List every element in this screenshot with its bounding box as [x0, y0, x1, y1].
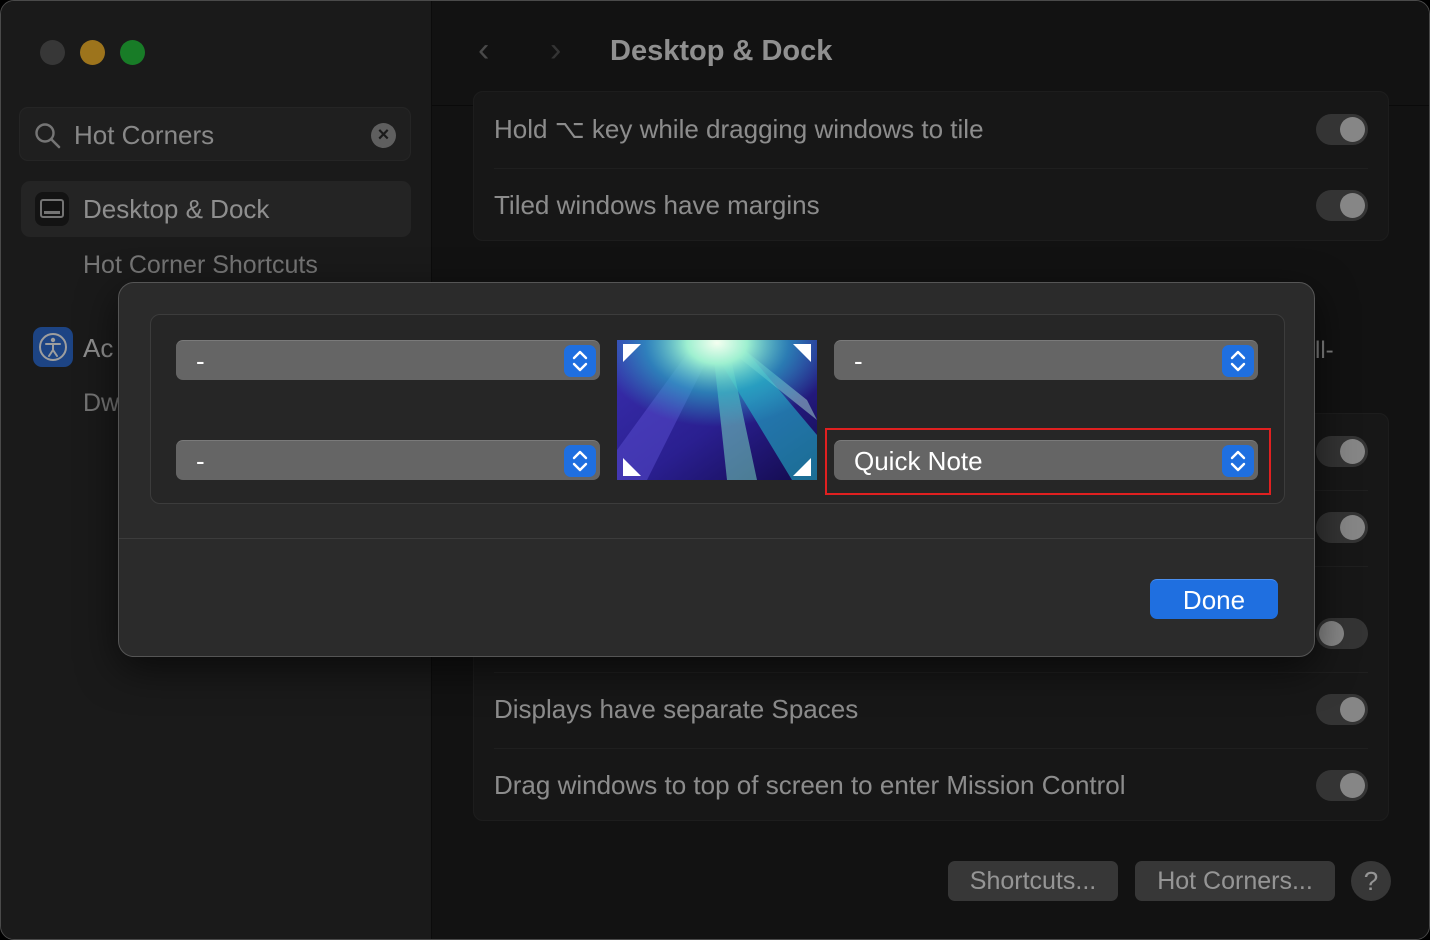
- settings-row: Hold ⌥ key while dragging windows to til…: [494, 92, 1368, 169]
- back-chevron-icon[interactable]: ‹: [478, 31, 489, 70]
- popup-value: -: [196, 446, 205, 476]
- updown-chevron-icon: [564, 345, 596, 377]
- updown-chevron-icon: [1222, 345, 1254, 377]
- updown-chevron-icon: [564, 445, 596, 477]
- done-button[interactable]: Done: [1150, 579, 1278, 619]
- partially-hidden-text: ll-: [1315, 337, 1334, 364]
- setting-label: Drag windows to top of screen to enter M…: [494, 770, 1126, 800]
- sidebar-subitem-hot-corner-shortcuts[interactable]: Hot Corner Shortcuts: [83, 251, 318, 280]
- search-icon: [35, 123, 61, 149]
- zoom-window-button[interactable]: [120, 40, 145, 65]
- forward-chevron-icon[interactable]: ›: [550, 31, 561, 70]
- hold-option-tile-toggle[interactable]: [1316, 114, 1368, 145]
- setting-label: Hold ⌥ key while dragging windows to til…: [494, 114, 984, 144]
- page-title: Desktop & Dock: [610, 35, 833, 67]
- clear-search-icon[interactable]: ×: [371, 123, 396, 148]
- shortcuts-button[interactable]: Shortcuts...: [948, 861, 1118, 901]
- close-window-button[interactable]: [40, 40, 65, 65]
- hot-corners-button[interactable]: Hot Corners...: [1135, 861, 1335, 901]
- screen-preview-thumbnail: [617, 340, 817, 480]
- setting-toggle[interactable]: [1316, 512, 1368, 543]
- setting-toggle[interactable]: [1316, 618, 1368, 649]
- hot-corners-sheet: - - - Quick Note Done: [118, 282, 1315, 657]
- setting-toggle[interactable]: [1316, 436, 1368, 467]
- settings-row: Drag windows to top of screen to enter M…: [494, 748, 1368, 824]
- sidebar-subitem-dwell[interactable]: Dw: [83, 389, 119, 418]
- separate-spaces-toggle[interactable]: [1316, 694, 1368, 725]
- tiled-margins-toggle[interactable]: [1316, 190, 1368, 221]
- settings-row: Tiled windows have margins: [494, 168, 1368, 244]
- sidebar-item-desktop-dock[interactable]: Desktop & Dock: [21, 181, 411, 237]
- tiling-settings-group: Hold ⌥ key while dragging windows to til…: [473, 91, 1389, 241]
- search-field[interactable]: Hot Corners ×: [19, 107, 411, 161]
- setting-label: Tiled windows have margins: [494, 190, 820, 220]
- search-input[interactable]: Hot Corners: [74, 120, 214, 150]
- minimize-window-button[interactable]: [80, 40, 105, 65]
- sheet-divider: [119, 538, 1314, 539]
- settings-row: Displays have separate Spaces: [494, 672, 1368, 749]
- popup-value: -: [854, 346, 863, 376]
- desktop-dock-icon: [35, 192, 69, 226]
- drag-mission-control-toggle[interactable]: [1316, 770, 1368, 801]
- top-left-corner-popup[interactable]: -: [176, 340, 600, 380]
- bottom-left-corner-popup[interactable]: -: [176, 440, 600, 480]
- help-button[interactable]: ?: [1351, 861, 1391, 901]
- sidebar-item-label: Desktop & Dock: [83, 194, 270, 224]
- settings-window: Hot Corners × Desktop & Dock Hot Corner …: [0, 0, 1430, 940]
- popup-value: -: [196, 346, 205, 376]
- annotation-highlight-box: [825, 428, 1271, 495]
- top-right-corner-popup[interactable]: -: [834, 340, 1258, 380]
- setting-label: Displays have separate Spaces: [494, 694, 859, 724]
- accessibility-icon: [33, 327, 73, 367]
- sidebar-item-accessibility[interactable]: Ac: [83, 333, 113, 364]
